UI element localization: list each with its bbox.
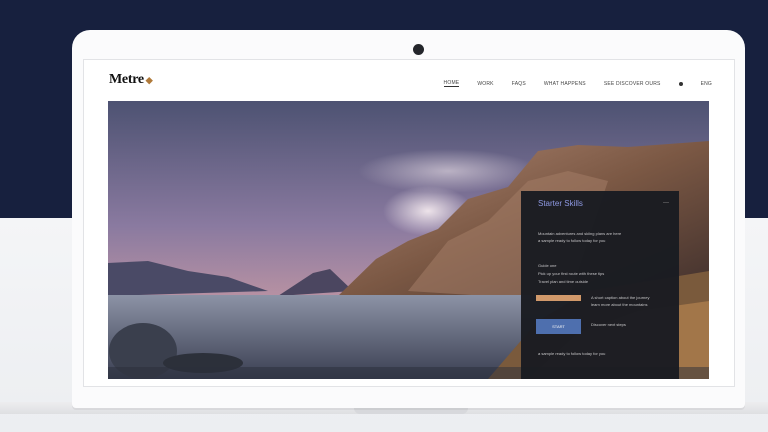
website-screen: Metre ◆ HOME WORK FAQS WHAT HAPPENS SEE D… xyxy=(83,59,735,387)
nav-item-work[interactable]: WORK xyxy=(477,81,493,87)
site-logo[interactable]: Metre ◆ xyxy=(109,72,153,88)
panel-text-line: Guide one xyxy=(538,263,557,268)
nav-item-faqs[interactable]: FAQS xyxy=(512,81,526,87)
panel-text-line: Mountain adventures and skiing plans are… xyxy=(538,231,622,236)
nav-item-what-happens[interactable]: WHAT HAPPENS xyxy=(544,81,586,87)
close-icon[interactable]: — xyxy=(663,200,669,206)
brand-mark-icon: ◆ xyxy=(145,75,153,85)
panel-side-line: Discover next steps xyxy=(591,322,626,327)
panel-text-line: a sample ready to follow today for you xyxy=(538,238,606,243)
start-button[interactable]: START xyxy=(536,319,581,334)
panel-text-line: Pick up your first route with these tips xyxy=(538,271,605,276)
laptop-bezel: Metre ◆ HOME WORK FAQS WHAT HAPPENS SEE D… xyxy=(72,30,745,408)
primary-action-button[interactable] xyxy=(536,295,581,301)
nav-item-language[interactable]: ENG xyxy=(701,81,712,87)
logo-text: Metre xyxy=(109,72,144,87)
panel-side-line: learn more about the mountains xyxy=(591,302,648,307)
nav-item-discover[interactable]: SEE DISCOVER OURS xyxy=(604,81,661,87)
info-panel: Starter Skills — Mountain adventures and… xyxy=(521,191,679,379)
panel-title: Starter Skills xyxy=(538,199,583,208)
hero-image: Starter Skills — Mountain adventures and… xyxy=(108,101,709,379)
dot-icon[interactable] xyxy=(678,81,683,86)
panel-side-line: A short caption about the journey xyxy=(591,295,650,300)
top-navigation: HOME WORK FAQS WHAT HAPPENS SEE DISCOVER… xyxy=(443,80,712,87)
nav-item-home[interactable]: HOME xyxy=(443,80,460,87)
webcam-icon xyxy=(413,44,424,55)
panel-text-line: Travel plan and time outside xyxy=(538,279,589,284)
start-button-label: START xyxy=(552,324,565,329)
panel-footer-line: a sample ready to follow today for you xyxy=(538,351,606,356)
